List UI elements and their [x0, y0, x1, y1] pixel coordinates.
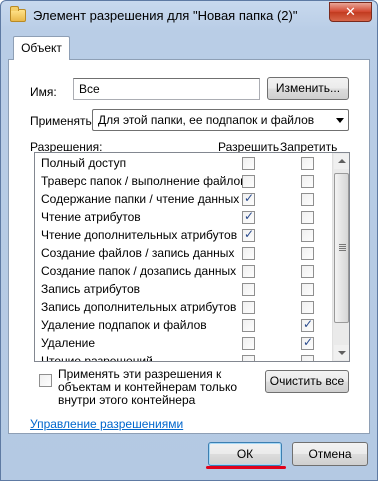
window-title: Элемент разрешения для "Новая папка (2)"	[33, 8, 298, 23]
name-label: Имя:	[30, 85, 57, 99]
folder-icon	[10, 6, 26, 22]
permission-name: Удаление подпапок и файлов	[41, 318, 207, 332]
allow-checkbox[interactable]	[242, 283, 255, 296]
scrollbar-thumb[interactable]	[334, 173, 349, 323]
permission-entry-dialog: Элемент разрешения для "Новая папка (2)"…	[0, 0, 378, 481]
permission-name: Удаление	[41, 336, 96, 350]
permission-name: Полный доступ	[41, 156, 127, 170]
permission-row: Траверс папок / выполнение файлов	[35, 173, 333, 191]
allow-checkbox[interactable]	[242, 247, 255, 260]
manage-permissions-link[interactable]: Управление разрешениями	[30, 417, 183, 431]
allow-checkbox[interactable]	[242, 157, 255, 170]
permission-name: Содержание папки / чтение данных	[41, 192, 240, 206]
deny-checkbox[interactable]	[301, 317, 314, 332]
permission-row: Чтение атрибутов	[35, 209, 333, 227]
permission-row: Создание папок / дозапись данных	[35, 263, 333, 281]
change-button[interactable]: Изменить...	[267, 77, 349, 100]
permission-row: Создание файлов / запись данных	[35, 245, 333, 263]
apply-to-label: Применять:	[30, 114, 96, 128]
permission-row: Чтение дополнительных атрибутов	[35, 227, 333, 245]
permissions-scrollbar[interactable]	[332, 153, 349, 361]
grip-icon	[339, 244, 346, 251]
allow-checkbox[interactable]	[242, 175, 255, 188]
deny-checkbox[interactable]	[301, 265, 314, 278]
allow-checkbox[interactable]	[242, 319, 255, 332]
allow-checkbox[interactable]	[242, 301, 255, 314]
allow-checkbox[interactable]	[242, 227, 255, 242]
cancel-button[interactable]: Отмена	[292, 442, 368, 466]
permission-row: Запись дополнительных атрибутов	[35, 299, 333, 317]
permission-row: Содержание папки / чтение данных	[35, 191, 333, 209]
permission-name: Траверс папок / выполнение файлов	[41, 174, 247, 188]
close-button[interactable]: ✕	[329, 2, 372, 22]
allow-checkbox[interactable]	[242, 265, 255, 278]
annotation-underline	[206, 466, 286, 469]
ok-button[interactable]: ОК	[208, 442, 282, 466]
deny-checkbox[interactable]	[301, 335, 314, 350]
apply-only-inside-checkbox[interactable]	[39, 374, 52, 387]
deny-checkbox[interactable]	[301, 157, 314, 170]
deny-checkbox[interactable]	[301, 193, 314, 206]
permission-name: Запись атрибутов	[41, 282, 141, 296]
apply-to-dropdown[interactable]: Для этой папки, ее подпапок и файлов	[92, 109, 349, 131]
permission-row: Удаление подпапок и файлов	[35, 317, 333, 335]
permission-row: Чтение разрешений	[35, 353, 333, 362]
allow-checkbox[interactable]	[242, 209, 255, 224]
permission-name: Чтение дополнительных атрибутов	[41, 228, 238, 242]
permission-name: Чтение разрешений	[41, 354, 153, 362]
permission-name: Создание файлов / запись данных	[41, 246, 235, 260]
tab-object[interactable]: Объект	[13, 36, 70, 60]
permission-row: Удаление	[35, 335, 333, 353]
clear-all-button[interactable]: Очистить все	[265, 370, 349, 393]
title-bar[interactable]: Элемент разрешения для "Новая папка (2)"…	[1, 1, 377, 31]
permission-row: Полный доступ	[35, 155, 333, 173]
deny-checkbox[interactable]	[301, 247, 314, 260]
permission-name: Запись дополнительных атрибутов	[41, 300, 237, 314]
permission-name: Создание папок / дозапись данных	[41, 264, 237, 278]
deny-checkbox[interactable]	[301, 355, 314, 361]
permission-name: Чтение атрибутов	[41, 210, 141, 224]
apply-to-value: Для этой папки, ее подпапок и файлов	[98, 113, 315, 127]
deny-checkbox[interactable]	[301, 175, 314, 188]
deny-checkbox[interactable]	[301, 283, 314, 296]
scroll-up-arrow-icon[interactable]	[334, 154, 349, 169]
permission-row: Запись атрибутов	[35, 281, 333, 299]
scroll-down-arrow-icon[interactable]	[334, 345, 349, 360]
deny-checkbox[interactable]	[301, 211, 314, 224]
deny-checkbox[interactable]	[301, 301, 314, 314]
allow-checkbox[interactable]	[242, 337, 255, 350]
deny-checkbox[interactable]	[301, 229, 314, 242]
allow-checkbox[interactable]	[242, 355, 255, 361]
permissions-list: Полный доступ Траверс папок / выполнение …	[34, 152, 350, 362]
chevron-down-icon	[336, 118, 344, 123]
name-field[interactable]: Все	[73, 78, 260, 100]
allow-checkbox[interactable]	[242, 191, 255, 206]
apply-only-inside-label: Применять эти разрешения к объектам и ко…	[58, 367, 238, 407]
